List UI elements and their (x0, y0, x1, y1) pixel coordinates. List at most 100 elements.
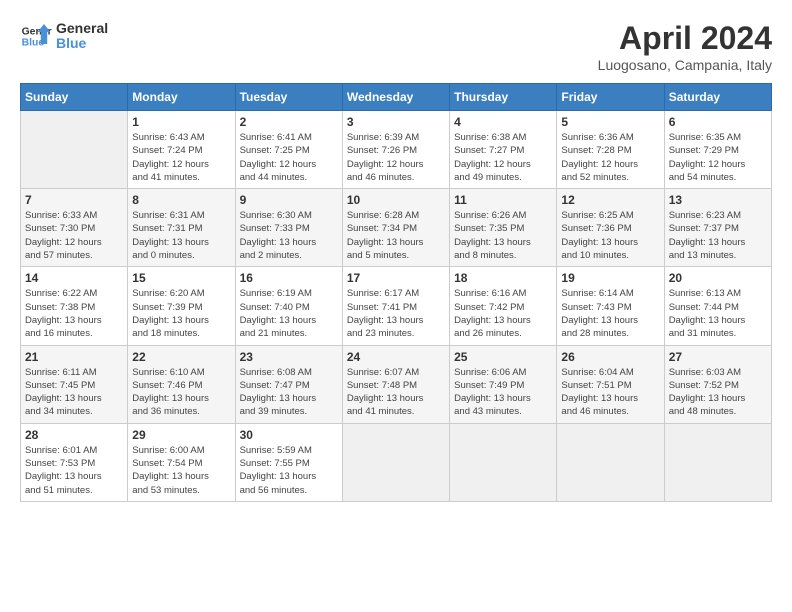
day-number: 29 (132, 428, 230, 442)
day-number: 3 (347, 115, 445, 129)
day-info: Sunrise: 6:00 AM Sunset: 7:54 PM Dayligh… (132, 444, 230, 497)
day-cell: 29 Sunrise: 6:00 AM Sunset: 7:54 PM Dayli… (128, 423, 235, 501)
day-number: 25 (454, 350, 552, 364)
day-number: 20 (669, 271, 767, 285)
day-number: 6 (669, 115, 767, 129)
logo-line1: General (56, 21, 108, 36)
day-number: 24 (347, 350, 445, 364)
day-number: 7 (25, 193, 123, 207)
day-info: Sunrise: 6:31 AM Sunset: 7:31 PM Dayligh… (132, 209, 230, 262)
header-cell-saturday: Saturday (664, 84, 771, 111)
day-cell: 30 Sunrise: 5:59 AM Sunset: 7:55 PM Dayli… (235, 423, 342, 501)
day-cell: 13 Sunrise: 6:23 AM Sunset: 7:37 PM Dayli… (664, 189, 771, 267)
day-info: Sunrise: 6:33 AM Sunset: 7:30 PM Dayligh… (25, 209, 123, 262)
week-row-2: 7 Sunrise: 6:33 AM Sunset: 7:30 PM Daylig… (21, 189, 772, 267)
week-row-1: 1 Sunrise: 6:43 AM Sunset: 7:24 PM Daylig… (21, 111, 772, 189)
day-cell: 19 Sunrise: 6:14 AM Sunset: 7:43 PM Dayli… (557, 267, 664, 345)
main-title: April 2024 (598, 20, 772, 57)
day-number: 9 (240, 193, 338, 207)
day-info: Sunrise: 6:10 AM Sunset: 7:46 PM Dayligh… (132, 366, 230, 419)
day-info: Sunrise: 6:07 AM Sunset: 7:48 PM Dayligh… (347, 366, 445, 419)
week-row-5: 28 Sunrise: 6:01 AM Sunset: 7:53 PM Dayli… (21, 423, 772, 501)
header-cell-sunday: Sunday (21, 84, 128, 111)
header-cell-friday: Friday (557, 84, 664, 111)
day-info: Sunrise: 6:16 AM Sunset: 7:42 PM Dayligh… (454, 287, 552, 340)
day-info: Sunrise: 6:28 AM Sunset: 7:34 PM Dayligh… (347, 209, 445, 262)
calendar-header: SundayMondayTuesdayWednesdayThursdayFrid… (21, 84, 772, 111)
day-info: Sunrise: 6:14 AM Sunset: 7:43 PM Dayligh… (561, 287, 659, 340)
day-number: 10 (347, 193, 445, 207)
day-cell: 18 Sunrise: 6:16 AM Sunset: 7:42 PM Dayli… (450, 267, 557, 345)
day-cell: 26 Sunrise: 6:04 AM Sunset: 7:51 PM Dayli… (557, 345, 664, 423)
day-info: Sunrise: 6:43 AM Sunset: 7:24 PM Dayligh… (132, 131, 230, 184)
day-info: Sunrise: 6:30 AM Sunset: 7:33 PM Dayligh… (240, 209, 338, 262)
day-number: 30 (240, 428, 338, 442)
day-info: Sunrise: 5:59 AM Sunset: 7:55 PM Dayligh… (240, 444, 338, 497)
day-cell: 24 Sunrise: 6:07 AM Sunset: 7:48 PM Dayli… (342, 345, 449, 423)
day-number: 4 (454, 115, 552, 129)
header-cell-tuesday: Tuesday (235, 84, 342, 111)
day-info: Sunrise: 6:01 AM Sunset: 7:53 PM Dayligh… (25, 444, 123, 497)
day-cell (21, 111, 128, 189)
day-info: Sunrise: 6:25 AM Sunset: 7:36 PM Dayligh… (561, 209, 659, 262)
day-cell: 22 Sunrise: 6:10 AM Sunset: 7:46 PM Dayli… (128, 345, 235, 423)
day-info: Sunrise: 6:17 AM Sunset: 7:41 PM Dayligh… (347, 287, 445, 340)
day-cell: 16 Sunrise: 6:19 AM Sunset: 7:40 PM Dayli… (235, 267, 342, 345)
day-number: 21 (25, 350, 123, 364)
day-cell: 21Sunrise: 6:11 AM Sunset: 7:45 PM Dayli… (21, 345, 128, 423)
day-number: 18 (454, 271, 552, 285)
day-cell: 4Sunrise: 6:38 AM Sunset: 7:27 PM Daylig… (450, 111, 557, 189)
day-cell: 28 Sunrise: 6:01 AM Sunset: 7:53 PM Dayli… (21, 423, 128, 501)
day-cell: 7 Sunrise: 6:33 AM Sunset: 7:30 PM Daylig… (21, 189, 128, 267)
day-cell: 20Sunrise: 6:13 AM Sunset: 7:44 PM Dayli… (664, 267, 771, 345)
day-cell: 6 Sunrise: 6:35 AM Sunset: 7:29 PM Daylig… (664, 111, 771, 189)
day-info: Sunrise: 6:22 AM Sunset: 7:38 PM Dayligh… (25, 287, 123, 340)
week-row-4: 21Sunrise: 6:11 AM Sunset: 7:45 PM Dayli… (21, 345, 772, 423)
day-number: 28 (25, 428, 123, 442)
day-cell: 12Sunrise: 6:25 AM Sunset: 7:36 PM Dayli… (557, 189, 664, 267)
day-cell: 17 Sunrise: 6:17 AM Sunset: 7:41 PM Dayli… (342, 267, 449, 345)
day-cell: 15 Sunrise: 6:20 AM Sunset: 7:39 PM Dayli… (128, 267, 235, 345)
logo: General Blue General Blue (20, 20, 108, 52)
day-number: 8 (132, 193, 230, 207)
day-cell (557, 423, 664, 501)
day-info: Sunrise: 6:20 AM Sunset: 7:39 PM Dayligh… (132, 287, 230, 340)
day-cell: 2Sunrise: 6:41 AM Sunset: 7:25 PM Daylig… (235, 111, 342, 189)
header-cell-thursday: Thursday (450, 84, 557, 111)
day-info: Sunrise: 6:08 AM Sunset: 7:47 PM Dayligh… (240, 366, 338, 419)
day-info: Sunrise: 6:19 AM Sunset: 7:40 PM Dayligh… (240, 287, 338, 340)
header-cell-monday: Monday (128, 84, 235, 111)
day-cell (450, 423, 557, 501)
week-row-3: 14Sunrise: 6:22 AM Sunset: 7:38 PM Dayli… (21, 267, 772, 345)
logo-icon: General Blue (20, 20, 52, 52)
day-cell: 27Sunrise: 6:03 AM Sunset: 7:52 PM Dayli… (664, 345, 771, 423)
day-number: 11 (454, 193, 552, 207)
day-info: Sunrise: 6:06 AM Sunset: 7:49 PM Dayligh… (454, 366, 552, 419)
day-cell: 10 Sunrise: 6:28 AM Sunset: 7:34 PM Dayli… (342, 189, 449, 267)
day-info: Sunrise: 6:23 AM Sunset: 7:37 PM Dayligh… (669, 209, 767, 262)
day-info: Sunrise: 6:03 AM Sunset: 7:52 PM Dayligh… (669, 366, 767, 419)
day-number: 19 (561, 271, 659, 285)
day-cell: 25 Sunrise: 6:06 AM Sunset: 7:49 PM Dayli… (450, 345, 557, 423)
title-area: April 2024 Luogosano, Campania, Italy (598, 20, 772, 73)
logo-line2: Blue (56, 36, 108, 51)
day-number: 15 (132, 271, 230, 285)
day-number: 1 (132, 115, 230, 129)
header: General Blue General Blue April 2024 Luo… (20, 20, 772, 73)
day-cell: 23 Sunrise: 6:08 AM Sunset: 7:47 PM Dayli… (235, 345, 342, 423)
day-number: 23 (240, 350, 338, 364)
day-number: 22 (132, 350, 230, 364)
day-info: Sunrise: 6:04 AM Sunset: 7:51 PM Dayligh… (561, 366, 659, 419)
day-number: 13 (669, 193, 767, 207)
day-number: 26 (561, 350, 659, 364)
day-info: Sunrise: 6:41 AM Sunset: 7:25 PM Dayligh… (240, 131, 338, 184)
day-number: 17 (347, 271, 445, 285)
day-info: Sunrise: 6:36 AM Sunset: 7:28 PM Dayligh… (561, 131, 659, 184)
header-cell-wednesday: Wednesday (342, 84, 449, 111)
day-info: Sunrise: 6:39 AM Sunset: 7:26 PM Dayligh… (347, 131, 445, 184)
calendar-body: 1 Sunrise: 6:43 AM Sunset: 7:24 PM Daylig… (21, 111, 772, 502)
calendar-table: SundayMondayTuesdayWednesdayThursdayFrid… (20, 83, 772, 502)
day-cell: 8 Sunrise: 6:31 AM Sunset: 7:31 PM Daylig… (128, 189, 235, 267)
day-number: 16 (240, 271, 338, 285)
day-info: Sunrise: 6:35 AM Sunset: 7:29 PM Dayligh… (669, 131, 767, 184)
